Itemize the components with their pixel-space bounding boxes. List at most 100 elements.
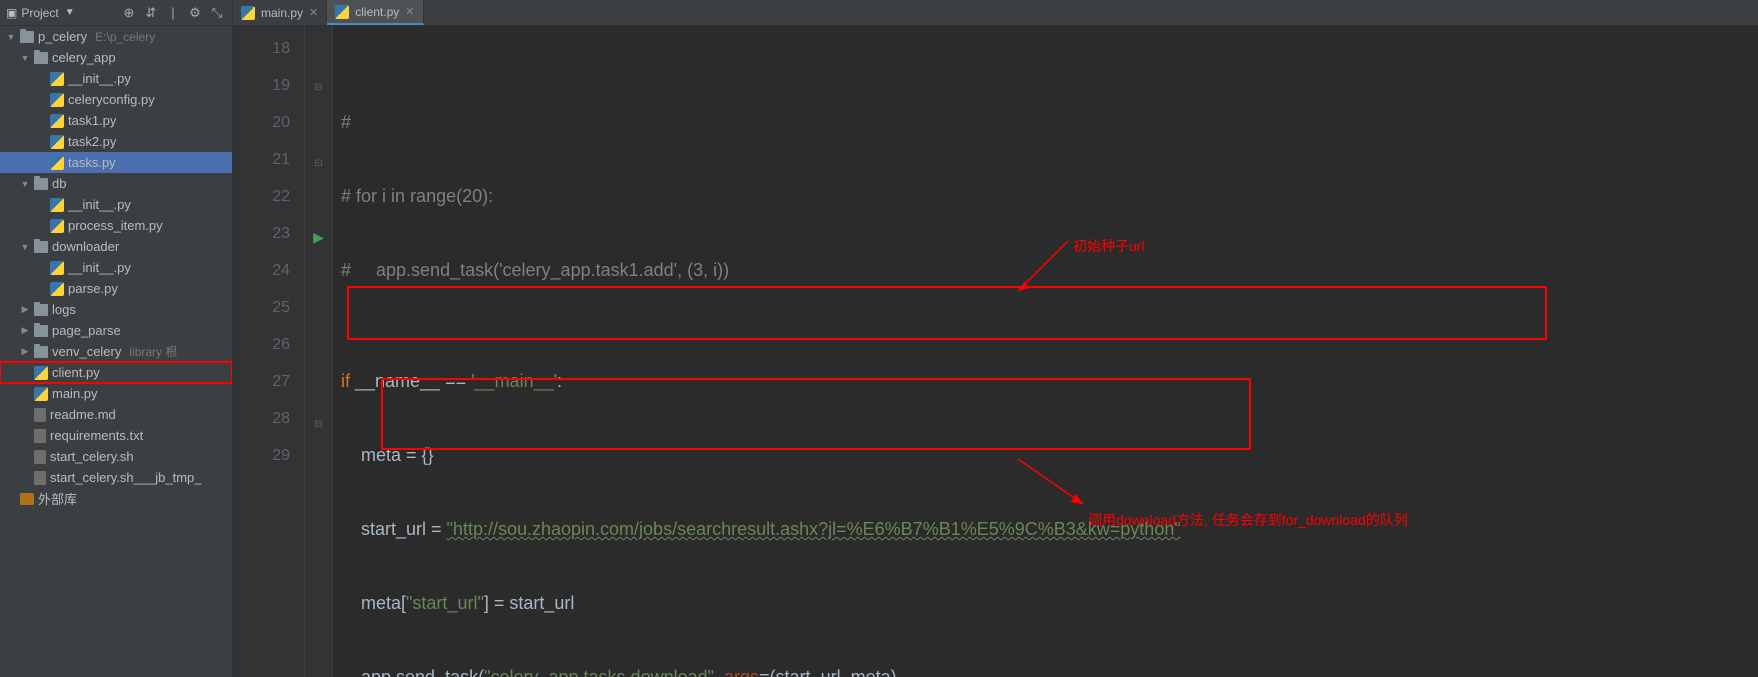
expand-arrow-icon[interactable]: ▼ bbox=[20, 53, 30, 63]
code-area[interactable]: # # for i in range(20): # app.send_task(… bbox=[333, 26, 1758, 677]
folder-icon bbox=[34, 325, 48, 337]
code-line: if __name__ == '__main__': bbox=[341, 363, 1750, 400]
tree-item-celery-app[interactable]: ▼ celery_app bbox=[0, 47, 232, 68]
py-icon bbox=[34, 387, 48, 401]
tree-item-start-celery-sh[interactable]: start_celery.sh bbox=[0, 446, 232, 467]
tab-main-py[interactable]: main.py ✕ bbox=[233, 0, 327, 25]
tree-item-db[interactable]: ▼ db bbox=[0, 173, 232, 194]
tree-item-label: venv_celery bbox=[52, 344, 121, 359]
lib-icon bbox=[20, 493, 34, 505]
tab-client-py[interactable]: client.py ✕ bbox=[327, 0, 423, 25]
file-icon bbox=[34, 429, 46, 443]
expand-arrow-icon[interactable]: ▶ bbox=[20, 304, 30, 315]
tree-item-client-py[interactable]: client.py bbox=[0, 362, 232, 383]
tree-item-label: downloader bbox=[52, 239, 119, 254]
tab-label: main.py bbox=[261, 6, 303, 20]
tree-item-label: main.py bbox=[52, 386, 98, 401]
close-icon[interactable]: ✕ bbox=[405, 5, 414, 18]
line-number: 27 bbox=[237, 363, 290, 400]
folder-icon bbox=[34, 346, 48, 358]
tree-item-label: start_celery.sh___jb_tmp_ bbox=[50, 470, 202, 485]
project-icon: ▣ bbox=[6, 6, 17, 20]
fold-icon[interactable]: ⊟ bbox=[305, 143, 332, 182]
folder-icon bbox=[34, 304, 48, 316]
project-tree[interactable]: ▼p_celeryE:\p_celery▼celery_app__init__.… bbox=[0, 26, 233, 677]
gutter-blank bbox=[305, 182, 332, 219]
tree-item-p-celery[interactable]: ▼p_celeryE:\p_celery bbox=[0, 26, 232, 47]
settings-icon[interactable]: ⚙ bbox=[186, 5, 204, 21]
code-line: # for i in range(20): bbox=[341, 178, 1750, 215]
hide-icon[interactable]: ⤡ bbox=[208, 5, 226, 21]
tree-item-celeryconfig-py[interactable]: celeryconfig.py bbox=[0, 89, 232, 110]
run-line-icon[interactable]: ▶ bbox=[305, 219, 332, 256]
tree-item---init---py[interactable]: __init__.py bbox=[0, 257, 232, 278]
tree-item-task1-py[interactable]: task1.py bbox=[0, 110, 232, 131]
divider: | bbox=[164, 5, 182, 20]
tree-item-downloader[interactable]: ▼ downloader bbox=[0, 236, 232, 257]
expand-arrow-icon[interactable]: ▼ bbox=[20, 179, 30, 189]
tree-item-path: E:\p_celery bbox=[95, 30, 155, 44]
file-icon bbox=[34, 450, 46, 464]
tree-item-start-celery-sh---jb-tmp-[interactable]: start_celery.sh___jb_tmp_ bbox=[0, 467, 232, 488]
code-line: app.send_task("celery_app.tasks.download… bbox=[341, 659, 1750, 677]
tree-item-label: __init__.py bbox=[68, 71, 131, 86]
gutter-blank bbox=[305, 256, 332, 293]
py-icon bbox=[34, 366, 48, 380]
line-number: 20 bbox=[237, 104, 290, 141]
expand-arrow-icon[interactable]: ▶ bbox=[20, 346, 30, 357]
tree-item-logs[interactable]: ▶logs bbox=[0, 299, 232, 320]
line-number: 22 bbox=[237, 178, 290, 215]
folder-icon bbox=[34, 52, 48, 64]
py-icon bbox=[50, 261, 64, 275]
tree-item-venv-celery[interactable]: ▶ venv_celery library 根 bbox=[0, 341, 232, 362]
tree-item-task2-py[interactable]: task2.py bbox=[0, 131, 232, 152]
fold-icon[interactable]: ⊟ bbox=[305, 404, 332, 443]
project-dropdown-icon[interactable]: ▼ bbox=[65, 7, 75, 18]
py-icon bbox=[50, 72, 64, 86]
expand-arrow-icon[interactable]: ▶ bbox=[20, 325, 30, 336]
tree-item-label: task2.py bbox=[68, 134, 116, 149]
tree-item-main-py[interactable]: main.py bbox=[0, 383, 232, 404]
line-number: 21 bbox=[237, 141, 290, 178]
gutter-blank bbox=[305, 106, 332, 143]
tree-item-tasks-py[interactable]: tasks.py bbox=[0, 152, 232, 173]
tree-item-readme-md[interactable]: readme.md bbox=[0, 404, 232, 425]
tree-item----[interactable]: 外部库 bbox=[0, 488, 232, 509]
code-line: # app.send_task('celery_app.task1.add', … bbox=[341, 252, 1750, 289]
py-icon bbox=[50, 282, 64, 296]
tree-item-label: celeryconfig.py bbox=[68, 92, 155, 107]
scroll-from-source-icon[interactable]: ⊕ bbox=[120, 5, 138, 21]
annotation-box-url bbox=[347, 286, 1547, 340]
line-number: 28 bbox=[237, 400, 290, 437]
py-icon bbox=[50, 93, 64, 107]
tree-item-label: db bbox=[52, 176, 66, 191]
line-number: 25 bbox=[237, 289, 290, 326]
tree-item---init---py[interactable]: __init__.py bbox=[0, 68, 232, 89]
tree-item-label: celery_app bbox=[52, 50, 116, 65]
tree-item-path: library 根 bbox=[129, 343, 177, 360]
tree-item-requirements-txt[interactable]: requirements.txt bbox=[0, 425, 232, 446]
line-number: 18 bbox=[237, 30, 290, 67]
tree-item-parse-py[interactable]: parse.py bbox=[0, 278, 232, 299]
code-editor[interactable]: 181920212223242526272829 ⊟ ⊟ ▶ ⊟ # # for… bbox=[233, 26, 1758, 677]
tree-item-label: start_celery.sh bbox=[50, 449, 134, 464]
expand-arrow-icon[interactable]: ▼ bbox=[6, 32, 16, 42]
tree-item---init---py[interactable]: __init__.py bbox=[0, 194, 232, 215]
tree-item-process-item-py[interactable]: process_item.py bbox=[0, 215, 232, 236]
editor-tabs: main.py ✕ client.py ✕ bbox=[233, 0, 1758, 26]
tree-item-label: __init__.py bbox=[68, 197, 131, 212]
py-icon bbox=[50, 135, 64, 149]
expand-arrow-icon[interactable]: ▼ bbox=[20, 242, 30, 252]
tree-item-page-parse[interactable]: ▶page_parse bbox=[0, 320, 232, 341]
gutter-blank bbox=[305, 367, 332, 404]
code-line: # bbox=[341, 104, 1750, 141]
collapse-all-icon[interactable]: ⇵ bbox=[142, 5, 160, 21]
tree-item-label: 外部库 bbox=[38, 489, 77, 508]
tree-item-label: task1.py bbox=[68, 113, 116, 128]
fold-icon[interactable]: ⊟ bbox=[305, 67, 332, 106]
line-number: 24 bbox=[237, 252, 290, 289]
tree-item-label: __init__.py bbox=[68, 260, 131, 275]
tree-item-label: process_item.py bbox=[68, 218, 163, 233]
line-number: 23 bbox=[237, 215, 290, 252]
close-icon[interactable]: ✕ bbox=[309, 6, 318, 19]
